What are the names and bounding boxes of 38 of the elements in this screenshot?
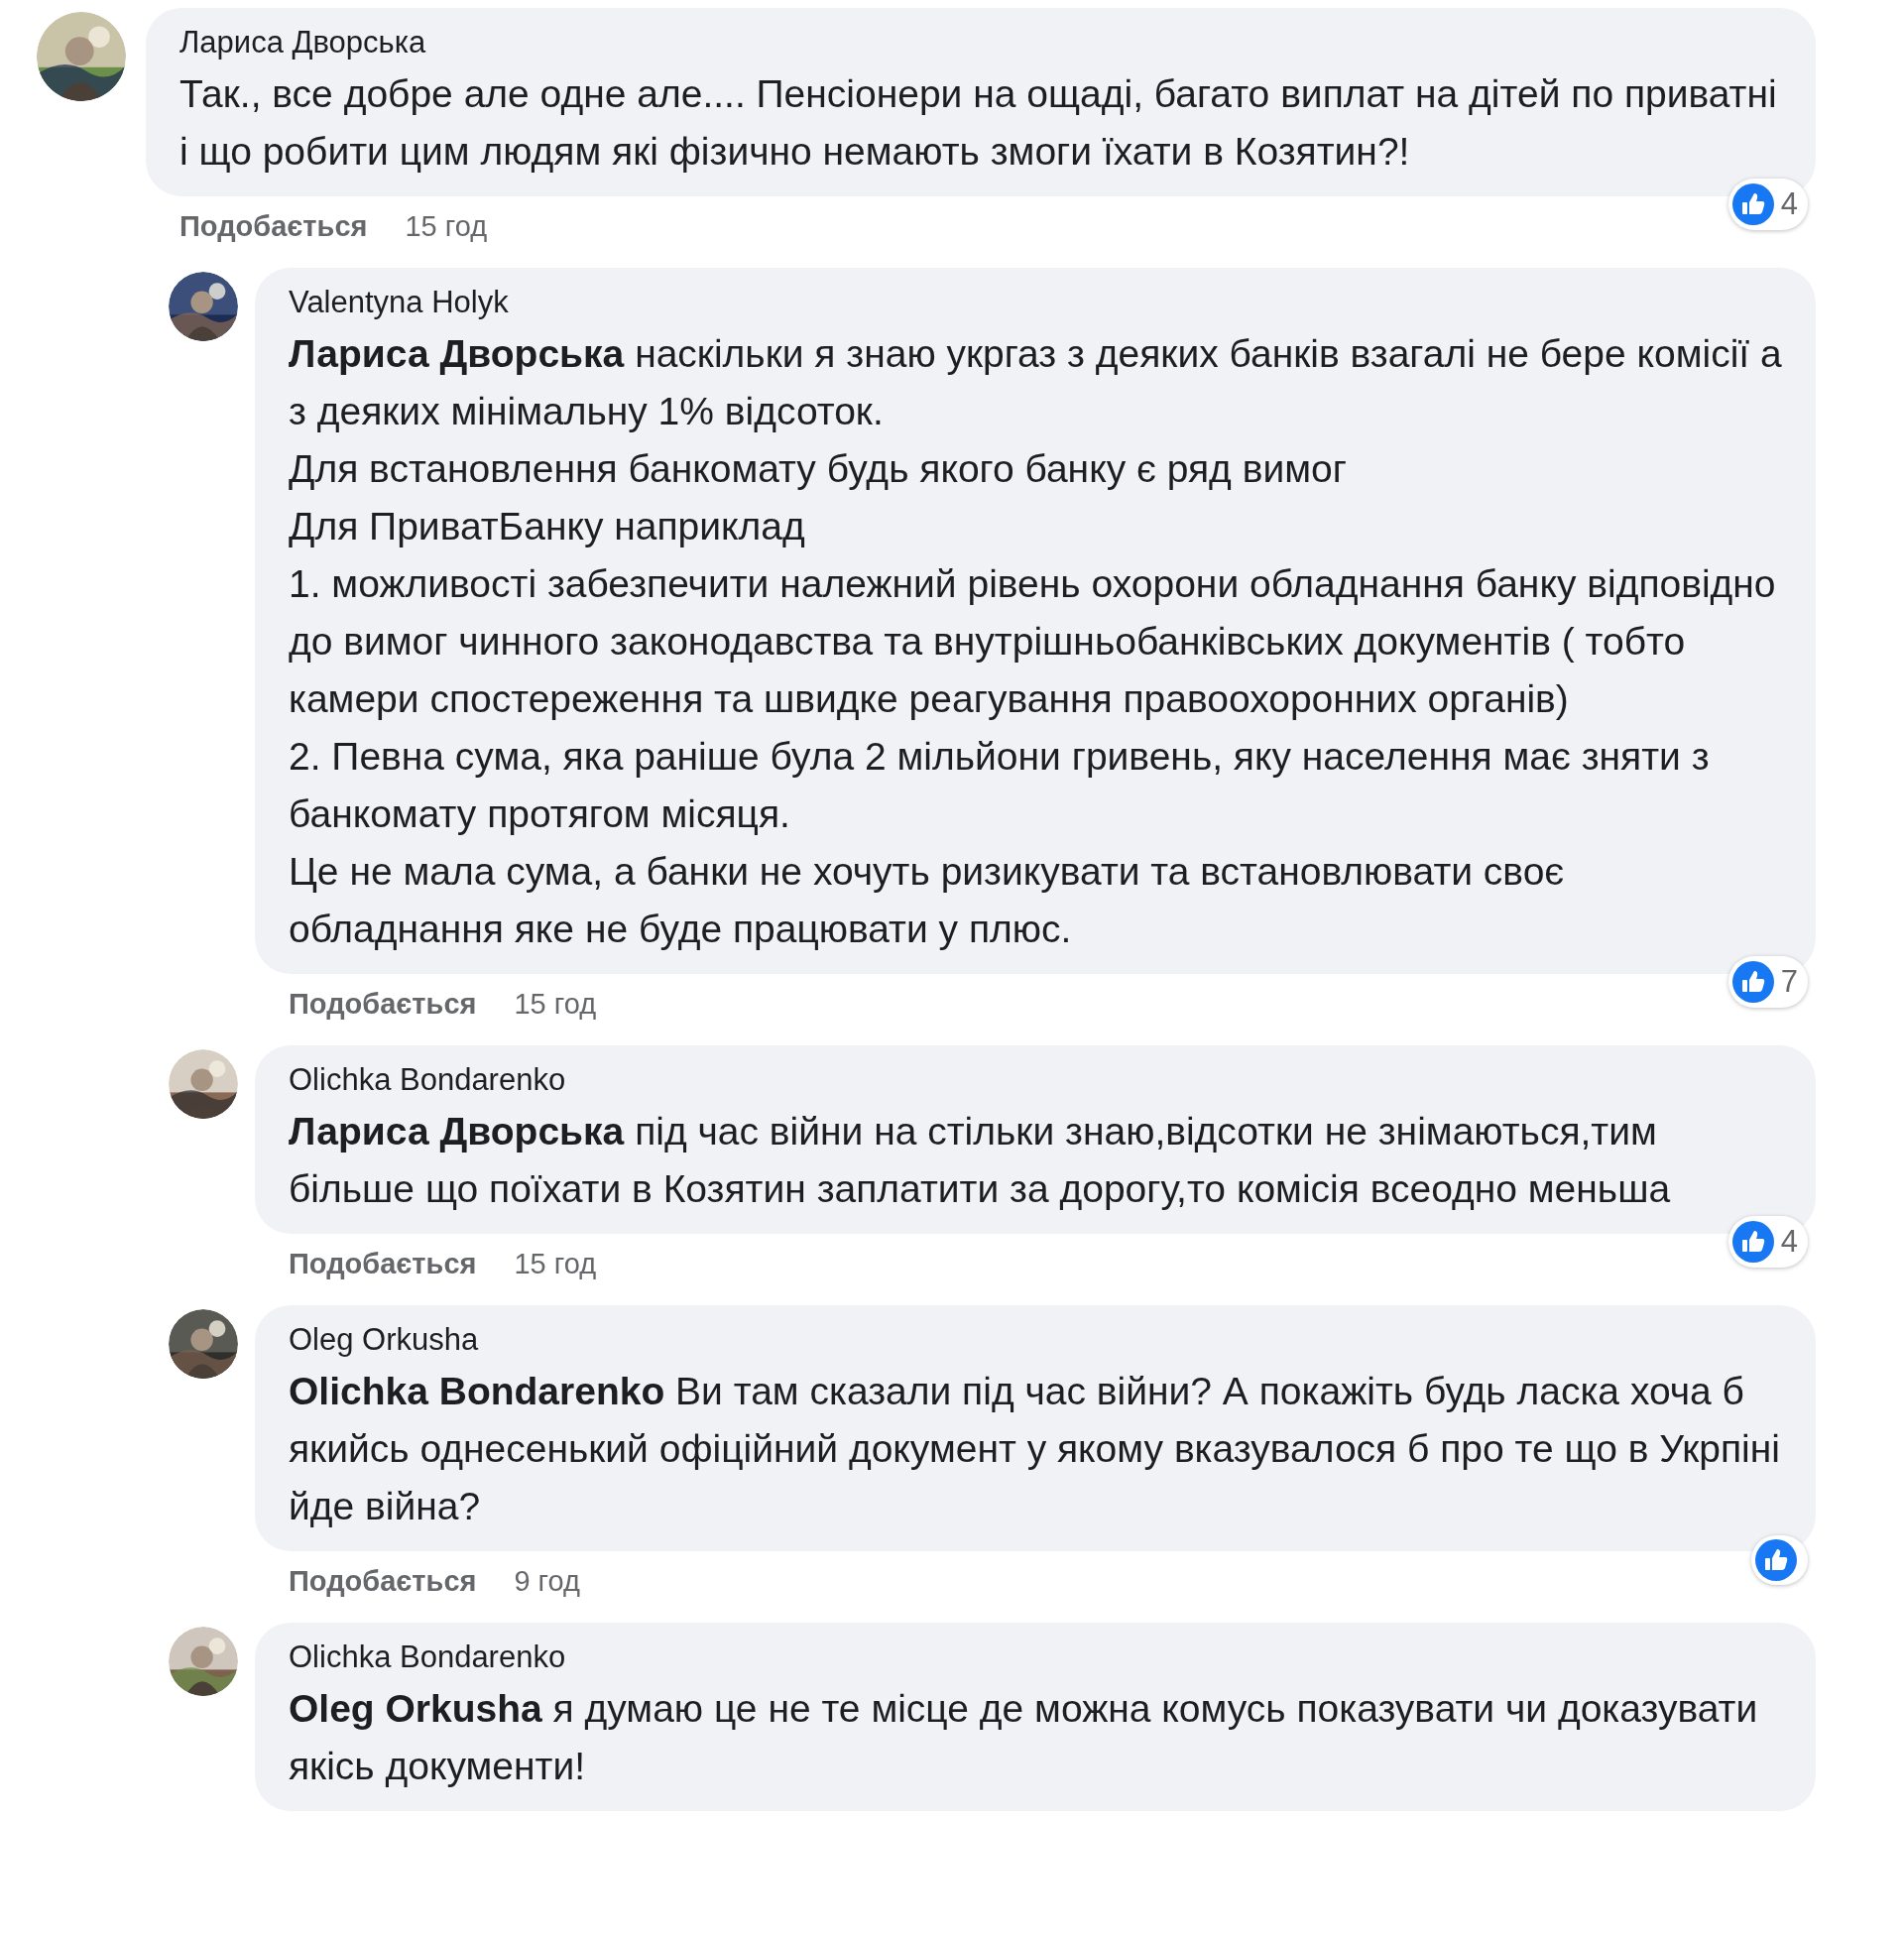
like-button[interactable]: Подобається	[289, 1244, 477, 1283]
timestamp[interactable]: 9 год	[514, 1561, 580, 1601]
comment-text: Для ПриватБанку наприклад	[289, 504, 806, 549]
reaction-count: 7	[1780, 962, 1798, 1001]
timestamp[interactable]: 15 год	[514, 984, 597, 1024]
comment-text: Oleg Orkusha я думаю це не те місце де можна комусь показувати чи доказувати якісь документи!	[289, 1686, 1759, 1789]
author-name[interactable]: Лариса Дворська	[179, 20, 426, 65]
reaction-count: 4	[1780, 1222, 1798, 1261]
comment-text: Лариса Дворська наскільки я знаю укргаз з деяких банків взагалі не бере комісії а з деяких мінімальну 1% відсоток.	[289, 331, 1782, 434]
mention-link[interactable]: Olichka Bondarenko	[289, 1370, 665, 1412]
mention-link[interactable]: Лариса Дворська	[289, 1110, 625, 1153]
reaction-badge[interactable]: 7	[1727, 955, 1808, 1008]
reaction-badge[interactable]: 4	[1727, 1215, 1808, 1268]
author-name[interactable]: Olichka Bondarenko	[289, 1635, 566, 1680]
author-name[interactable]: Oleg Orkusha	[289, 1317, 479, 1363]
like-icon	[1754, 1538, 1798, 1582]
reaction-count: 4	[1780, 184, 1798, 223]
like-button[interactable]: Подобається	[289, 984, 477, 1024]
like-icon	[1730, 1219, 1775, 1264]
like-icon	[1730, 182, 1775, 226]
comment-text: Olichka Bondarenko Ви там сказали під час війни? А покажіть будь ласка хоча б якийсь однесенький офіційний документ у якому вказувалося б про те що в Укрпіні йде війна?	[289, 1369, 1781, 1529]
author-name[interactable]: Olichka Bondarenko	[289, 1057, 566, 1103]
comment-text: Так., все добре але одне але.... Пенсіонери на ощаді, багато виплат на дітей по приватні і що робити цим людям які фізично немають змоги їхати в Козятин?!	[179, 71, 1778, 175]
like-button[interactable]: Подобається	[179, 206, 368, 246]
timestamp[interactable]: 15 год	[514, 1244, 597, 1283]
comment-text: Лариса Дворська під час війни на стільки знаю,відсотки не знімаються,тим більше що поїхати в Козятин заплатити за дорогу,то комісія всеодно меньша	[289, 1109, 1672, 1212]
like-button[interactable]: Подобається	[289, 1561, 477, 1601]
comment-text: 2. Певна сума, яка раніше була 2 мільйони гривень, яку населення має зняти з банкомату протягом місяця.	[289, 734, 1711, 837]
mention-link[interactable]: Лариса Дворська	[289, 332, 625, 375]
mention-link[interactable]: Oleg Orkusha	[289, 1687, 542, 1730]
comment-text: 1. можливості забезпечити належний рівень охорони обладнання банку відповідно до вимог чинного законодавства та внутрішньобанківських документів ( тобто камери спостереження та швидке реагування правоохоронних органів)	[289, 561, 1777, 722]
timestamp[interactable]: 15 год	[405, 206, 488, 246]
reaction-badge[interactable]: 4	[1727, 178, 1808, 230]
like-icon	[1730, 959, 1775, 1004]
reaction-badge[interactable]	[1751, 1535, 1808, 1585]
comment-text: Для встановлення банкомату будь якого банку є ряд вимог	[289, 446, 1348, 492]
author-name[interactable]: Valentyna Holyk	[289, 280, 509, 325]
comment-text: Це не мала сума, а банки не хочуть ризикувати та встановлювати своє обладнання яке не буде працювати у плюс.	[289, 849, 1566, 952]
